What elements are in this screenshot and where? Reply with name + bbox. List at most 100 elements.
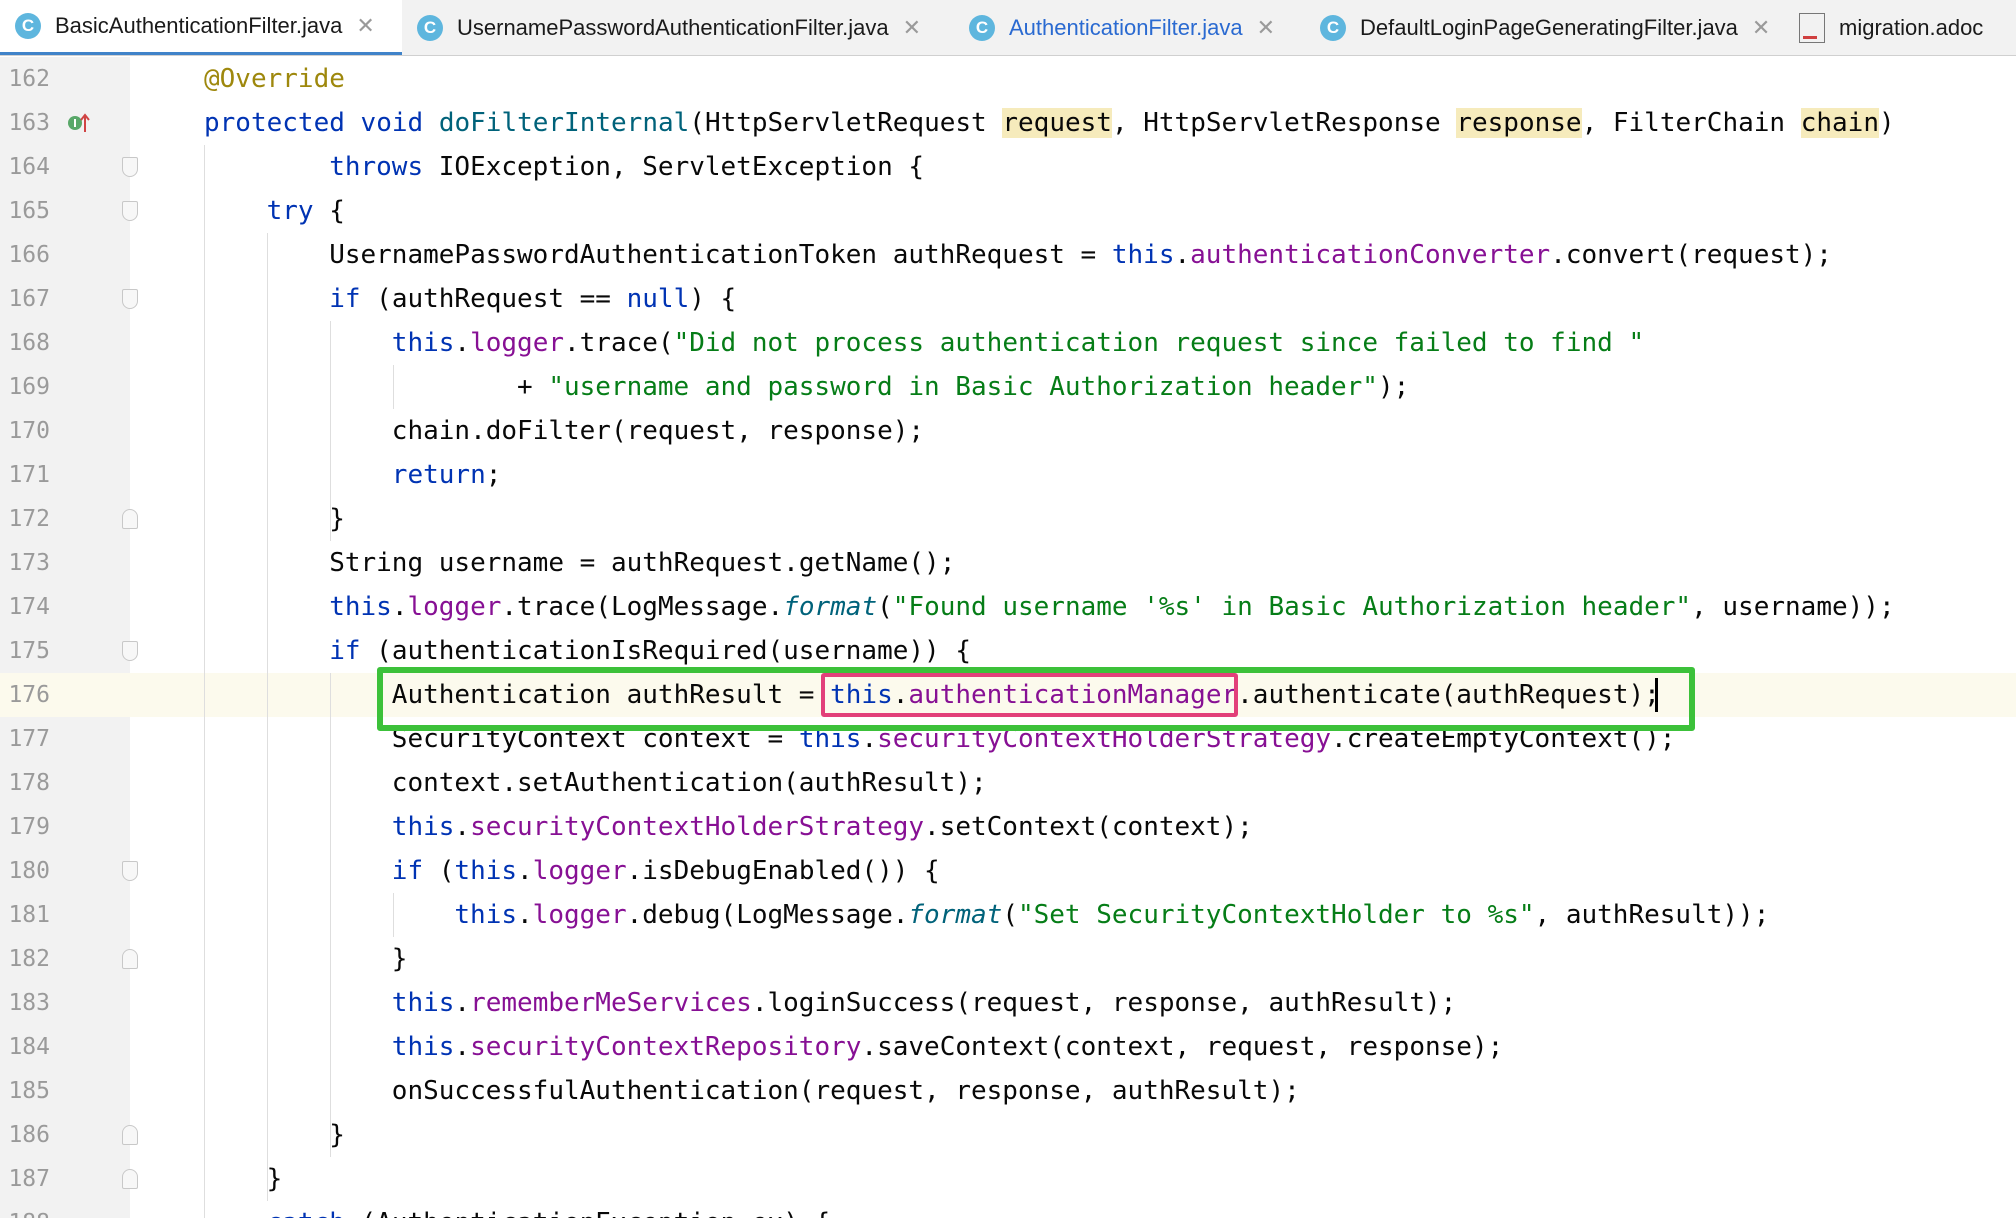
code-text[interactable]: } <box>329 497 345 541</box>
code-text[interactable]: this.logger.trace(LogMessage.format("Fou… <box>329 585 1894 629</box>
code-text[interactable]: throws IOException, ServletException { <box>329 145 924 189</box>
code-text[interactable]: } <box>329 1113 345 1157</box>
code-text[interactable]: chain.doFilter(request, response); <box>392 409 924 453</box>
class-icon: C <box>15 13 41 39</box>
code-text[interactable]: if (authRequest == null) { <box>329 277 736 321</box>
close-tab-icon[interactable]: ✕ <box>1257 15 1275 41</box>
code-text[interactable]: try { <box>267 189 345 233</box>
code-text[interactable]: catch (AuthenticationException ex) { <box>267 1201 831 1218</box>
code-text[interactable]: @Override <box>204 57 345 101</box>
tab-label: UsernamePasswordAuthenticationFilter.jav… <box>457 15 889 40</box>
line-number: 188 <box>0 1201 50 1218</box>
tab-migration-adoc[interactable]: migration.adoc <box>1784 0 2016 55</box>
code-line[interactable]: 172} <box>0 497 2016 541</box>
line-number: 183 <box>8 990 50 1016</box>
code-text[interactable]: this.securityContextHolderStrategy.setCo… <box>392 805 1253 849</box>
line-number: 170 <box>8 418 50 444</box>
code-line[interactable]: 173 String username = authRequest.getName… <box>0 541 2016 585</box>
code-text[interactable]: context.setAuthentication(authResult); <box>392 761 987 805</box>
line-number: 184 <box>8 1034 50 1060</box>
indent-guide <box>393 365 394 409</box>
indent-guide <box>393 893 394 937</box>
code-line[interactable]: 182} <box>0 937 2016 981</box>
indent-guide <box>330 673 331 1157</box>
code-line[interactable]: 187} <box>0 1157 2016 1201</box>
indent-guide <box>267 233 268 1201</box>
code-text[interactable]: + "username and password in Basic Author… <box>517 365 1409 409</box>
tab-label: AuthenticationFilter.java <box>1009 15 1243 40</box>
code-text[interactable]: UsernamePasswordAuthenticationToken auth… <box>329 233 1832 277</box>
fold-marker-icon[interactable] <box>122 157 138 177</box>
code-line[interactable]: 167 if (authRequest == null) { <box>0 277 2016 321</box>
line-number: 179 <box>8 814 50 840</box>
fold-marker-icon[interactable] <box>122 641 138 661</box>
code-line[interactable]: 188 catch (AuthenticationException ex) { <box>0 1201 2016 1218</box>
code-line[interactable]: 163 protected void doFilterInternal(HttpS… <box>0 101 2016 145</box>
unfold-end-marker-icon[interactable] <box>122 1125 138 1145</box>
code-text[interactable]: this.logger.debug(LogMessage.format("Set… <box>454 893 1769 937</box>
line-number: 176 <box>0 673 50 717</box>
line-number: 171 <box>8 462 50 488</box>
code-line[interactable]: 186} <box>0 1113 2016 1157</box>
tab-defaultloginpagegeneratingfilter-java[interactable]: C DefaultLoginPageGeneratingFilter.java ✕ <box>1305 0 1784 55</box>
line-number: 164 <box>8 154 50 180</box>
code-line[interactable]: 184 this.securityContextRepository.saveCo… <box>0 1025 2016 1069</box>
unfold-end-marker-icon[interactable] <box>122 1169 138 1189</box>
code-line[interactable]: 170 chain.doFilter(request, response); <box>0 409 2016 453</box>
code-line[interactable]: 171 return; <box>0 453 2016 497</box>
editor-tab-bar: C BasicAuthenticationFilter.java ✕ C Usernam… <box>0 0 2016 56</box>
line-number: 180 <box>8 858 50 884</box>
code-text[interactable]: return; <box>392 453 502 497</box>
code-line[interactable]: 183 this.rememberMeServices.loginSuccess(… <box>0 981 2016 1025</box>
code-text[interactable]: protected void doFilterInternal(HttpServ… <box>204 101 1895 145</box>
code-text[interactable]: onSuccessfulAuthentication(request, resp… <box>392 1069 1300 1113</box>
close-tab-icon[interactable]: ✕ <box>1752 15 1770 41</box>
code-line[interactable]: 169 + "username and password in Basic Aut… <box>0 365 2016 409</box>
code-text[interactable]: String username = authRequest.getName(); <box>329 541 955 585</box>
code-line[interactable]: 166 UsernamePasswordAuthenticationToken a… <box>0 233 2016 277</box>
indent-guide <box>204 145 205 1218</box>
code-editor[interactable]: 162 @Override 163 protected void doFilterIn… <box>0 57 2016 1218</box>
tab-label: BasicAuthenticationFilter.java <box>55 13 343 38</box>
line-number: 175 <box>8 638 50 664</box>
code-line[interactable]: 181 this.logger.debug(LogMessage.format("… <box>0 893 2016 937</box>
close-tab-icon[interactable]: ✕ <box>356 13 374 39</box>
code-line[interactable]: 178 context.setAuthentication(authResult)… <box>0 761 2016 805</box>
asciidoc-file-icon <box>1799 13 1825 43</box>
code-text[interactable]: this.securityContextRepository.saveConte… <box>392 1025 1503 1069</box>
text-caret <box>1655 678 1658 712</box>
unfold-end-marker-icon[interactable] <box>122 949 138 969</box>
tab-basicauthenticationfilter-java[interactable]: C BasicAuthenticationFilter.java ✕ <box>0 0 402 55</box>
code-line[interactable]: 164 throws IOException, ServletException … <box>0 145 2016 189</box>
line-number: 163 <box>8 110 50 136</box>
line-number: 174 <box>8 594 50 620</box>
line-number: 169 <box>8 374 50 400</box>
tab-label: migration.adoc <box>1839 15 1984 40</box>
tab-label: DefaultLoginPageGeneratingFilter.java <box>1360 15 1738 40</box>
code-line[interactable]: 185 onSuccessfulAuthentication(request, r… <box>0 1069 2016 1113</box>
code-text[interactable]: if (this.logger.isDebugEnabled()) { <box>392 849 940 893</box>
unfold-end-marker-icon[interactable] <box>122 509 138 529</box>
code-line[interactable]: 168 this.logger.trace("Did not process au… <box>0 321 2016 365</box>
code-line[interactable]: 165 try { <box>0 189 2016 233</box>
fold-marker-icon[interactable] <box>122 861 138 881</box>
code-text[interactable]: this.rememberMeServices.loginSuccess(req… <box>392 981 1457 1025</box>
line-number: 181 <box>8 902 50 928</box>
fold-marker-icon[interactable] <box>122 289 138 309</box>
close-tab-icon[interactable]: ✕ <box>903 15 921 41</box>
code-line[interactable]: 174 this.logger.trace(LogMessage.format("… <box>0 585 2016 629</box>
tab-usernamepasswordauthenticationfilter-java[interactable]: C UsernamePasswordAuthenticationFilter.ja… <box>402 0 954 55</box>
tab-authenticationfilter-java[interactable]: C AuthenticationFilter.java ✕ <box>954 0 1305 55</box>
code-text[interactable]: this.logger.trace("Did not process authe… <box>392 321 1644 365</box>
override-method-icon[interactable] <box>66 111 90 135</box>
fold-marker-icon[interactable] <box>122 201 138 221</box>
code-line[interactable]: 180 if (this.logger.isDebugEnabled()) { <box>0 849 2016 893</box>
line-number: 186 <box>8 1122 50 1148</box>
code-text[interactable]: } <box>267 1157 283 1201</box>
line-number: 187 <box>8 1166 50 1192</box>
code-text[interactable]: } <box>392 937 408 981</box>
line-number: 165 <box>8 198 50 224</box>
code-line[interactable]: 162 @Override <box>0 57 2016 101</box>
code-line[interactable]: 179 this.securityContextHolderStrategy.se… <box>0 805 2016 849</box>
line-number: 177 <box>8 726 50 752</box>
